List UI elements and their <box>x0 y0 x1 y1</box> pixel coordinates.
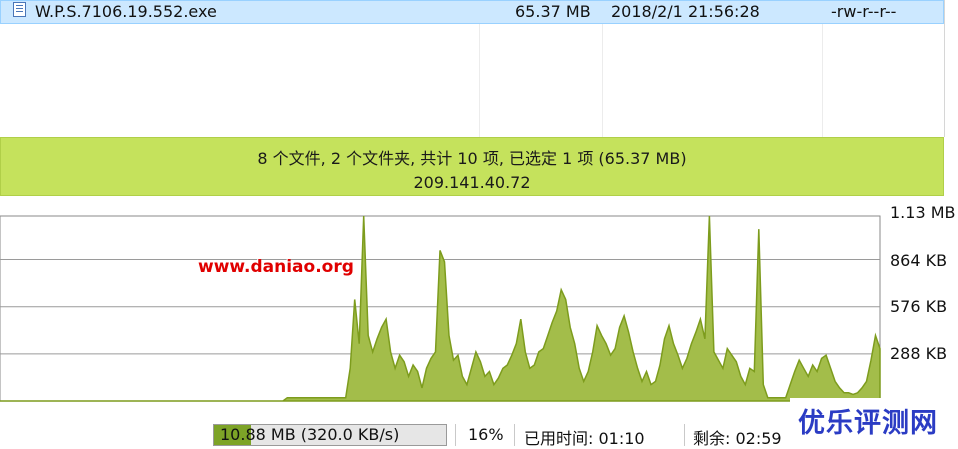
file-icon <box>13 2 26 17</box>
column-divider <box>602 24 603 137</box>
file-name: W.P.S.7106.19.552.exe <box>35 2 217 21</box>
file-row[interactable]: W.P.S.7106.19.552.exe 65.37 MB 2018/2/1 … <box>0 0 944 24</box>
transfer-status-row: 10.88 MB (320.0 KB/s) 16% 已用时间: 01:10 剩余… <box>0 422 790 449</box>
progress-text: 10.88 MB (320.0 KB/s) <box>220 425 400 444</box>
remaining-time: 剩余: 02:59 <box>693 429 782 448</box>
file-size: 65.37 MB <box>515 2 591 21</box>
y-axis-label-864kb: 864 KB <box>890 251 948 270</box>
y-axis-label-max: 1.13 MB <box>890 203 956 222</box>
file-date: 2018/2/1 21:56:28 <box>611 2 760 21</box>
column-divider <box>479 24 480 137</box>
y-axis-label-288kb: 288 KB <box>890 344 948 363</box>
divider <box>514 424 515 446</box>
brand-logo-text: 优乐评测网 <box>790 398 958 449</box>
speed-graph-canvas <box>0 215 881 402</box>
progress-bar: 10.88 MB (320.0 KB/s) <box>213 424 447 446</box>
status-bar: 8 个文件, 2 个文件夹, 共计 10 项, 已选定 1 项 (65.37 M… <box>0 137 944 196</box>
progress-percent: 16% <box>468 425 504 444</box>
divider <box>455 424 456 446</box>
elapsed-time: 已用时间: 01:10 <box>524 429 645 448</box>
watermark-text: www.daniao.org <box>198 257 354 277</box>
file-permissions: -rw-r--r-- <box>831 2 897 21</box>
divider <box>684 424 685 446</box>
column-divider <box>822 24 823 137</box>
server-ip: 209.141.40.72 <box>413 173 531 192</box>
speed-graph: 1.13 MB 864 KB 576 KB 288 KB <box>0 203 958 405</box>
y-axis-label-576kb: 576 KB <box>890 297 948 316</box>
file-list: W.P.S.7106.19.552.exe 65.37 MB 2018/2/1 … <box>0 0 945 137</box>
selection-summary: 8 个文件, 2 个文件夹, 共计 10 项, 已选定 1 项 (65.37 M… <box>257 149 687 168</box>
